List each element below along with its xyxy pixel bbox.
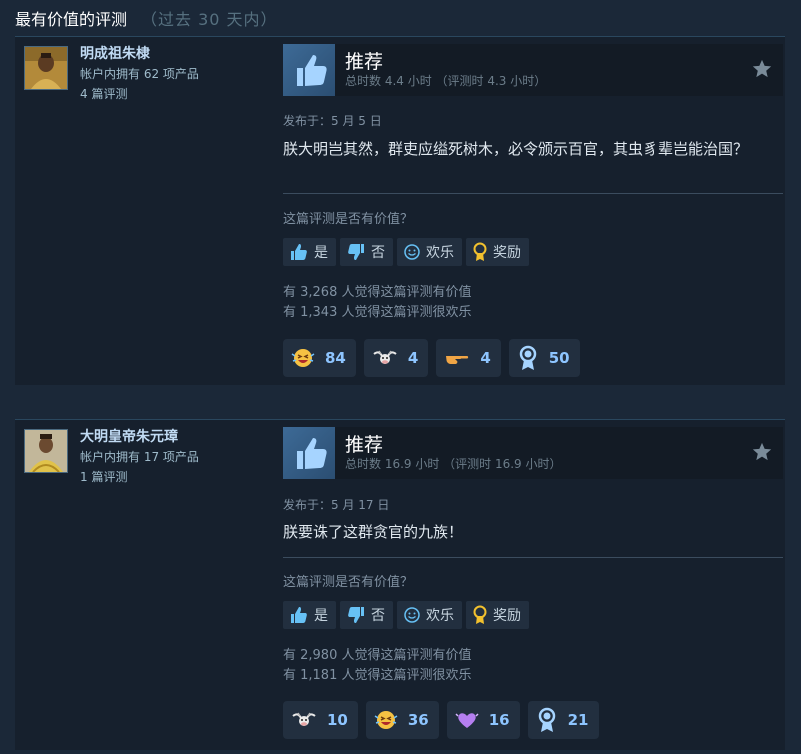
thumbs-down-icon	[348, 244, 364, 260]
funny-count: 有 1,343 人觉得这篇评测很欢乐	[283, 305, 472, 320]
award-item[interactable]: 84	[283, 339, 356, 377]
review-card: 明成祖朱棣 帐户内拥有 62 项产品 4 篇评测 推荐 总时数 4.4 小时 （…	[15, 36, 785, 385]
vote-counts: 有 3,268 人觉得这篇评测有价值 有 1,343 人觉得这篇评测很欢乐	[283, 283, 471, 323]
award-count: 84	[325, 349, 346, 367]
award-item[interactable]: 10	[283, 701, 358, 739]
vote-buttons: 是 否 欢乐 奖励	[283, 601, 529, 629]
author-name[interactable]: 大明皇帝朱元璋	[80, 427, 199, 447]
vote-yes-label: 是	[314, 245, 328, 261]
award-count: 36	[407, 711, 429, 729]
award-ribbon-icon	[473, 242, 487, 261]
section-subtitle: （过去 30 天内）	[141, 10, 278, 29]
award-ribbon-icon	[473, 605, 487, 624]
award-count: 4	[407, 349, 419, 367]
vote-no-label: 否	[371, 608, 385, 624]
owned-products[interactable]: 帐户内拥有 62 项产品	[80, 64, 199, 84]
award-count: 4	[480, 349, 491, 367]
owned-products[interactable]: 帐户内拥有 17 项产品	[80, 447, 199, 467]
medal-icon	[538, 707, 555, 732]
review-card: 大明皇帝朱元璋 帐户内拥有 17 项产品 1 篇评测 推荐 总时数 16.9 小…	[15, 419, 785, 750]
vote-yes-button[interactable]: 是	[283, 238, 336, 266]
vote-yes-label: 是	[314, 608, 328, 624]
vote-no-button[interactable]: 否	[340, 238, 393, 266]
award-count: 21	[567, 711, 589, 729]
thumbs-up-icon	[283, 44, 335, 96]
author-name[interactable]: 明成祖朱棣	[80, 44, 199, 64]
review-content: 朕要诛了这群贪官的九族！	[283, 523, 464, 541]
laughing-face-icon	[291, 349, 315, 367]
review-count[interactable]: 1 篇评测	[80, 467, 199, 487]
posted-date: 发布于：5 月 5 日	[283, 114, 382, 128]
awards-row: 10 36 16 21	[283, 701, 599, 739]
avatar[interactable]	[24, 429, 68, 473]
awards-row: 84 4 4 50	[283, 339, 580, 377]
verdict-label: 推荐	[345, 51, 384, 73]
hours-played: 总时数 16.9 小时 （评测时 16.9 小时）	[345, 457, 562, 471]
review-content: 朕大明岂其然，群吏应缢死树木，必令颁示百官，其虫豸辈岂能治国？	[283, 140, 749, 158]
award-count: 16	[488, 711, 510, 729]
author-info: 大明皇帝朱元璋 帐户内拥有 17 项产品 1 篇评测	[80, 427, 199, 487]
vote-yes-button[interactable]: 是	[283, 601, 336, 629]
funny-count: 有 1,181 人觉得这篇评测很欢乐	[283, 668, 472, 683]
award-button[interactable]: 奖励	[466, 238, 529, 266]
divider	[283, 193, 783, 194]
smiley-icon	[404, 244, 420, 260]
medal-icon	[519, 345, 536, 370]
smiley-icon	[404, 607, 420, 623]
verdict-label: 推荐	[345, 434, 384, 456]
laughing-face-icon	[374, 711, 398, 729]
vote-funny-button[interactable]: 欢乐	[397, 601, 462, 629]
review-count[interactable]: 4 篇评测	[80, 84, 199, 104]
award-item[interactable]: 50	[508, 339, 580, 377]
award-count: 50	[548, 349, 570, 367]
award-item[interactable]: 16	[446, 701, 520, 739]
section-header: 最有价值的评测 （过去 30 天内）	[15, 6, 278, 30]
award-button[interactable]: 奖励	[466, 601, 529, 629]
vote-no-button[interactable]: 否	[340, 601, 393, 629]
award-item[interactable]: 36	[365, 701, 439, 739]
pointing-hand-icon	[446, 356, 469, 364]
author-info: 明成祖朱棣 帐户内拥有 62 项产品 4 篇评测	[80, 44, 199, 104]
verdict-panel[interactable]: 推荐 总时数 4.4 小时 （评测时 4.3 小时）	[283, 44, 783, 96]
award-item[interactable]: 4	[363, 339, 429, 377]
purple-heart-icon	[455, 713, 479, 728]
verdict-panel[interactable]: 推荐 总时数 16.9 小时 （评测时 16.9 小时）	[283, 427, 783, 479]
avatar[interactable]	[24, 46, 68, 90]
star-icon[interactable]	[751, 441, 773, 467]
winged-cow-icon	[292, 712, 316, 726]
vote-funny-label: 欢乐	[426, 245, 454, 261]
award-count: 10	[327, 711, 348, 729]
section-title: 最有价值的评测	[15, 10, 128, 29]
award-item[interactable]: 21	[527, 701, 599, 739]
divider	[283, 557, 783, 558]
thumbs-down-icon	[348, 607, 364, 623]
winged-cow-icon	[373, 350, 397, 364]
thumbs-up-icon	[283, 427, 335, 479]
vote-funny-label: 欢乐	[426, 608, 454, 624]
helpful-count: 有 3,268 人觉得这篇评测有价值	[283, 285, 472, 300]
posted-date: 发布于：5 月 17 日	[283, 498, 390, 512]
helpful-question: 这篇评测是否有价值？	[283, 212, 414, 227]
thumbs-up-icon	[291, 244, 307, 260]
vote-counts: 有 2,980 人觉得这篇评测有价值 有 1,181 人觉得这篇评测很欢乐	[283, 646, 471, 686]
vote-buttons: 是 否 欢乐 奖励	[283, 238, 529, 266]
thumbs-up-icon	[291, 607, 307, 623]
star-icon[interactable]	[751, 58, 773, 84]
hours-played: 总时数 4.4 小时 （评测时 4.3 小时）	[345, 74, 547, 88]
vote-no-label: 否	[371, 245, 385, 261]
award-label: 奖励	[493, 608, 521, 624]
helpful-count: 有 2,980 人觉得这篇评测有价值	[283, 648, 472, 663]
helpful-question: 这篇评测是否有价值？	[283, 575, 414, 590]
award-item[interactable]: 4	[436, 339, 501, 377]
award-label: 奖励	[493, 245, 521, 261]
vote-funny-button[interactable]: 欢乐	[397, 238, 462, 266]
